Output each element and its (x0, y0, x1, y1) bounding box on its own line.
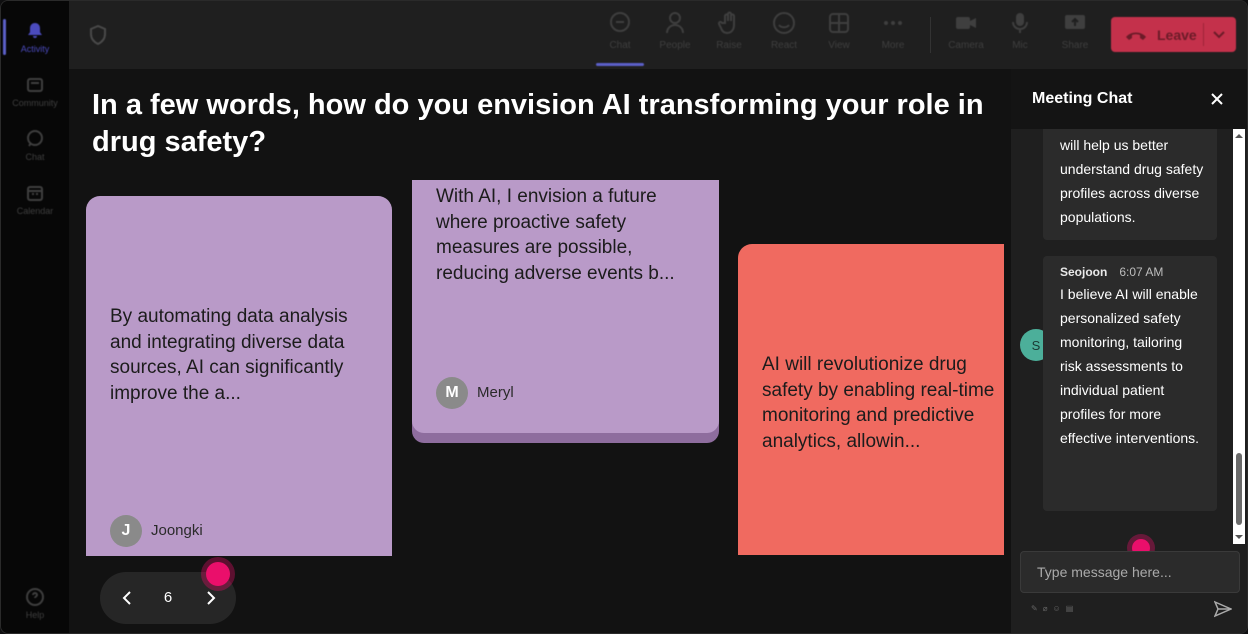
share-button[interactable]: Share (1049, 11, 1101, 63)
chat-scrollbar[interactable] (1233, 129, 1245, 544)
message-text: I believe AI will enable personalized sa… (1060, 286, 1200, 446)
mic-button-label: Mic (1012, 40, 1028, 51)
response-card[interactable]: AI will revolutionize drug safety by ena… (738, 244, 1004, 555)
share-button-label: Share (1061, 40, 1089, 51)
more-button-label: More (881, 40, 905, 51)
rail-item-help[interactable]: Help (1, 577, 69, 629)
share-screen-icon (1065, 15, 1085, 29)
hand-icon (717, 11, 735, 35)
avatar: M (436, 377, 468, 409)
stage: In a few words, how do you envision AI t… (69, 69, 1011, 633)
author-name: Meryl (477, 384, 514, 402)
camera-button-label: Camera (948, 40, 984, 51)
help-icon (26, 587, 44, 606)
meeting-toolbar: Chat People Raise React View More Camera (69, 1, 1247, 69)
response-text: By automating data analysis and integrat… (110, 306, 348, 404)
close-icon[interactable] (1209, 91, 1225, 107)
chat-header: Meeting Chat (1011, 69, 1247, 129)
grid-icon (829, 13, 849, 33)
meeting-chat-panel: Meeting Chat will help us better underst… (1011, 69, 1247, 633)
people-button-label: People (659, 40, 691, 51)
mic-button[interactable]: Mic (994, 11, 1046, 63)
question-title: In a few words, how do you envision AI t… (92, 89, 984, 158)
scroll-down-icon[interactable] (1235, 533, 1243, 541)
message-meta: Seojoon 6:07 AM (1060, 262, 1205, 282)
chat-icon (610, 12, 630, 32)
phone-hangup-icon (1126, 32, 1146, 40)
raise-hand-button[interactable]: Raise (703, 11, 755, 63)
scrollbar-thumb[interactable] (1236, 453, 1242, 525)
response-text: AI will revolutionize drug safety by ena… (762, 354, 995, 452)
response-author: J Joongki (110, 515, 203, 547)
message-compose[interactable] (1020, 551, 1240, 593)
response-text: With AI, I envision a future where proac… (436, 186, 675, 284)
gif-icon[interactable]: ▤ (1066, 604, 1074, 613)
view-button[interactable]: View (813, 11, 865, 63)
rail-item-community[interactable]: Community (1, 65, 69, 117)
chat-message: Seojoon 6:07 AM I believe AI will enable… (1043, 256, 1217, 511)
rail-label-calendar: Calendar (16, 205, 54, 216)
format-icon[interactable]: ✎ (1031, 604, 1038, 613)
message-list: will help us better understand drug safe… (1011, 129, 1233, 544)
response-author: M Meryl (436, 377, 514, 409)
chat-button[interactable]: Chat (594, 11, 646, 66)
chat-icon (27, 129, 43, 147)
calendar-icon (27, 185, 43, 201)
scroll-up-icon[interactable] (1235, 132, 1243, 140)
app-rail: Activity Community Chat Calendar Help (1, 1, 69, 633)
community-icon (27, 77, 43, 92)
rail-item-activity[interactable]: Activity (1, 11, 69, 63)
chat-message: will help us better understand drug safe… (1043, 129, 1217, 240)
format-toolbar: ✎ ⌀ ☺ ▤ (1031, 604, 1073, 613)
people-icon (666, 12, 684, 34)
rail-item-calendar[interactable]: Calendar (1, 173, 69, 225)
chevron-left-icon[interactable] (118, 588, 138, 608)
camera-off-icon (956, 17, 976, 29)
rail-item-chat[interactable]: Chat (1, 119, 69, 171)
more-dots-icon (884, 21, 902, 25)
rail-label-activity: Activity (20, 43, 50, 54)
avatar: J (110, 515, 142, 547)
camera-button[interactable]: Camera (940, 11, 992, 63)
page-number: 6 (163, 589, 173, 606)
smiley-icon (773, 12, 795, 34)
meeting-window: Activity Community Chat Calendar Help Ch… (0, 0, 1248, 634)
pointer-indicator (206, 562, 230, 586)
message-text: will help us better understand drug safe… (1060, 137, 1204, 225)
bell-icon (28, 22, 42, 38)
leave-button[interactable]: Leave (1111, 17, 1236, 52)
send-icon[interactable] (1214, 600, 1232, 618)
react-button[interactable]: React (758, 11, 810, 63)
author-name: Joongki (151, 522, 203, 540)
view-button-label: View (828, 40, 850, 51)
chat-button-label: Chat (609, 40, 631, 51)
chat-title: Meeting Chat (1032, 90, 1133, 107)
rail-label-chat: Chat (25, 151, 45, 162)
emoji-icon[interactable]: ☺ (1053, 604, 1061, 613)
leave-button-label: Leave (1157, 26, 1197, 43)
rail-label-help: Help (25, 609, 45, 620)
chevron-down-icon[interactable] (1212, 27, 1226, 41)
microphone-icon (1012, 13, 1028, 33)
rail-label-community: Community (12, 97, 58, 108)
toolbar-divider (930, 17, 931, 53)
sender-name: Seojoon (1060, 265, 1108, 279)
response-card[interactable]: By automating data analysis and integrat… (86, 196, 392, 556)
people-button[interactable]: People (649, 11, 701, 63)
attach-icon[interactable]: ⌀ (1043, 604, 1048, 613)
chevron-right-icon[interactable] (200, 588, 220, 608)
react-button-label: React (770, 40, 798, 51)
message-time: 6:07 AM (1119, 265, 1164, 279)
raise-button-label: Raise (716, 40, 742, 51)
more-button[interactable]: More (867, 11, 919, 63)
leave-divider (1203, 23, 1204, 46)
shield-icon (90, 25, 106, 45)
response-card[interactable]: With AI, I envision a future where proac… (412, 180, 719, 433)
message-input[interactable] (1021, 552, 1239, 592)
